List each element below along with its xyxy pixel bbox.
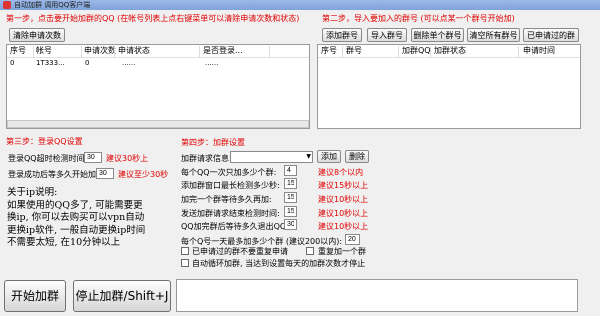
auto-loop-checkbox[interactable] <box>181 259 189 267</box>
app-icon <box>3 1 11 9</box>
row-apply-status: ...... <box>122 59 136 67</box>
clear-all-groups-button[interactable]: 清空所有群号 <box>467 28 520 42</box>
send-detect-hint: 建议10秒以上 <box>318 209 369 218</box>
wait-between-hint: 建议10秒以上 <box>318 195 369 204</box>
wait-after-login-hint: 建议至少30秒 <box>118 170 169 179</box>
request-info-label: 加群请求信息: <box>181 154 232 163</box>
add-group-button[interactable]: 添加群号 <box>322 28 362 42</box>
import-group-button[interactable]: 导入群号 <box>367 28 407 42</box>
col-header-join-status[interactable]: 加群状态 <box>434 45 466 57</box>
window-detect-input[interactable] <box>284 178 297 189</box>
auto-loop-label: 自动循环加群, 当达到设置每天的加群次数才停止 <box>192 259 366 268</box>
groups-per-run-input[interactable] <box>284 165 297 176</box>
wait-after-login-label: 登录成功后等多久开始加: <box>8 170 99 179</box>
start-button[interactable]: 开始加群 <box>4 280 66 312</box>
daily-limit-input[interactable] <box>345 234 360 245</box>
col-header-index[interactable]: 序号 <box>10 45 26 57</box>
setting-label-groups-per-run: 每个QQ一次只加多少个群: <box>181 168 277 177</box>
horizontal-scrollbar[interactable] <box>7 120 309 128</box>
step4-title: 第四步：加群设置 <box>181 138 245 147</box>
send-detect-input[interactable] <box>284 206 297 217</box>
col-header-group-index[interactable]: 序号 <box>321 45 337 57</box>
stop-button[interactable]: 停止加群/Shift+J <box>73 280 171 312</box>
applied-groups-button[interactable]: 已申请过的群 <box>523 28 579 42</box>
group-list[interactable]: 序号 群号 加群QQ 加群状态 申请时间 <box>317 44 581 129</box>
row-apply-count: 0 <box>85 59 90 67</box>
row-account: 1T333... <box>36 59 65 67</box>
setting-label-send-detect: 发送加群请求结束检测时间: <box>181 209 280 218</box>
window-detect-hint: 建议15秒以上 <box>318 181 369 190</box>
row-index: 0 <box>10 59 15 67</box>
col-header-logged-in[interactable]: 是否登录... <box>203 45 243 57</box>
account-list[interactable]: 序号 帐号 申请次数 申请状态 是否登录... 0 1T333... 0 ...… <box>6 44 310 129</box>
clear-apply-count-button[interactable]: 清除申请次数 <box>9 28 65 42</box>
delete-single-group-button[interactable]: 删除单个群号 <box>411 28 464 42</box>
wait-between-input[interactable] <box>284 192 297 203</box>
login-timeout-hint: 建议30秒上 <box>106 154 149 163</box>
row-logged-in: ...... <box>205 59 219 67</box>
repeat-one-label: 重复加一个群 <box>318 247 366 256</box>
col-header-apply-status[interactable]: 申请状态 <box>118 45 150 57</box>
exit-wait-input[interactable] <box>284 219 297 230</box>
setting-label-wait-between: 加完一个群等待多久再加: <box>181 195 272 204</box>
repeat-one-checkbox[interactable] <box>306 247 314 255</box>
wait-after-login-input[interactable] <box>96 168 114 179</box>
col-header-join-qq[interactable]: 加群QQ <box>402 45 431 57</box>
log-textarea[interactable] <box>176 279 578 312</box>
delete-request-button[interactable]: 删除 <box>345 150 369 163</box>
ip-note: 关于ip说明: 如果使用的QQ多了, 可能需要更 换ip, 你可以去购买可以vp… <box>7 187 146 248</box>
window-title: 自动加群 调用QQ客户端 <box>14 1 91 9</box>
setting-label-window-detect: 添加群窗口最长检测多少秒: <box>181 181 280 190</box>
step3-title: 第三步：登录QQ设置 <box>6 137 83 146</box>
exit-wait-hint: 建议10秒以上 <box>318 222 369 231</box>
chevron-down-icon: ▼ <box>306 153 311 160</box>
login-timeout-input[interactable] <box>84 152 102 163</box>
login-timeout-label: 登录QQ超时检测时间: <box>8 154 88 163</box>
request-info-select[interactable]: ▼ <box>230 151 313 163</box>
col-header-group-number[interactable]: 群号 <box>346 45 362 57</box>
col-header-apply-time[interactable]: 申请时间 <box>523 45 555 57</box>
no-repeat-checkbox[interactable] <box>181 247 189 255</box>
groups-per-run-hint: 建议8个以内 <box>318 168 364 177</box>
setting-label-exit-wait: QQ加完群后等待多久退出QQ: <box>181 222 289 231</box>
no-repeat-label: 已申请过的群不要重复申请 <box>192 247 288 256</box>
title-bar: 自动加群 调用QQ客户端 <box>0 0 600 10</box>
col-header-account[interactable]: 帐号 <box>36 45 52 57</box>
step1-title: 第一步，点击要开始加群的QQ (在帐号列表上点右键菜单可以清除申请次数和状态) <box>6 14 300 23</box>
col-header-apply-count[interactable]: 申请次数 <box>84 45 116 57</box>
add-request-button[interactable]: 添加 <box>317 150 341 163</box>
step2-title: 第二步，导入要加入的群号 (可以点某一个群号开始加) <box>322 14 515 23</box>
